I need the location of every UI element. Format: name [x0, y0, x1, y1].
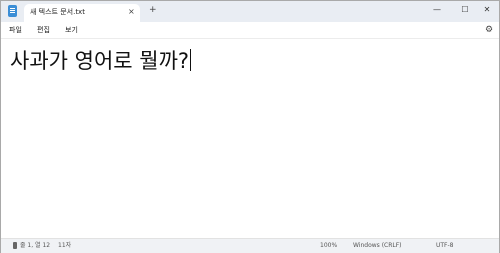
tab-title: 새 텍스트 문서.txt	[30, 8, 85, 16]
tab-close-icon[interactable]: ×	[128, 7, 135, 17]
text-editor[interactable]: 사과가 영어로 뭘까?	[1, 38, 499, 238]
editor-text-value: 사과가 영어로 뭘까?	[10, 49, 190, 73]
status-encoding[interactable]: UTF-8	[436, 242, 454, 250]
title-bar: 새 텍스트 문서.txt × + — ☐ ✕	[1, 1, 499, 22]
notepad-app-icon	[8, 5, 17, 17]
menu-bar: 파일 편집 보기 ⚙	[1, 22, 499, 38]
minimize-button[interactable]: —	[429, 4, 445, 16]
notepad-window: 새 텍스트 문서.txt × + — ☐ ✕ 파일 편집 보기 ⚙ 사과가 영어…	[0, 0, 500, 253]
tab-document[interactable]: 새 텍스트 문서.txt ×	[24, 4, 140, 22]
cursor-position-icon	[13, 242, 17, 249]
menu-edit[interactable]: 편집	[37, 25, 50, 35]
status-zoom[interactable]: 100%	[320, 242, 337, 250]
status-cursor-position: 줄 1, 열 12	[20, 242, 51, 249]
menu-view[interactable]: 보기	[65, 25, 78, 35]
close-button[interactable]: ✕	[479, 4, 495, 16]
status-char-count: 11자	[58, 242, 72, 249]
status-bar: 줄 1, 열 12 11자 100% Windows (CRLF) UTF-8	[1, 238, 499, 253]
settings-gear-icon[interactable]: ⚙	[485, 25, 493, 35]
text-caret	[190, 49, 192, 71]
status-line-ending[interactable]: Windows (CRLF)	[353, 242, 402, 250]
maximize-button[interactable]: ☐	[457, 4, 473, 16]
new-tab-button[interactable]: +	[149, 5, 157, 16]
editor-content[interactable]: 사과가 영어로 뭘까?	[10, 47, 192, 75]
menu-file[interactable]: 파일	[9, 25, 22, 35]
